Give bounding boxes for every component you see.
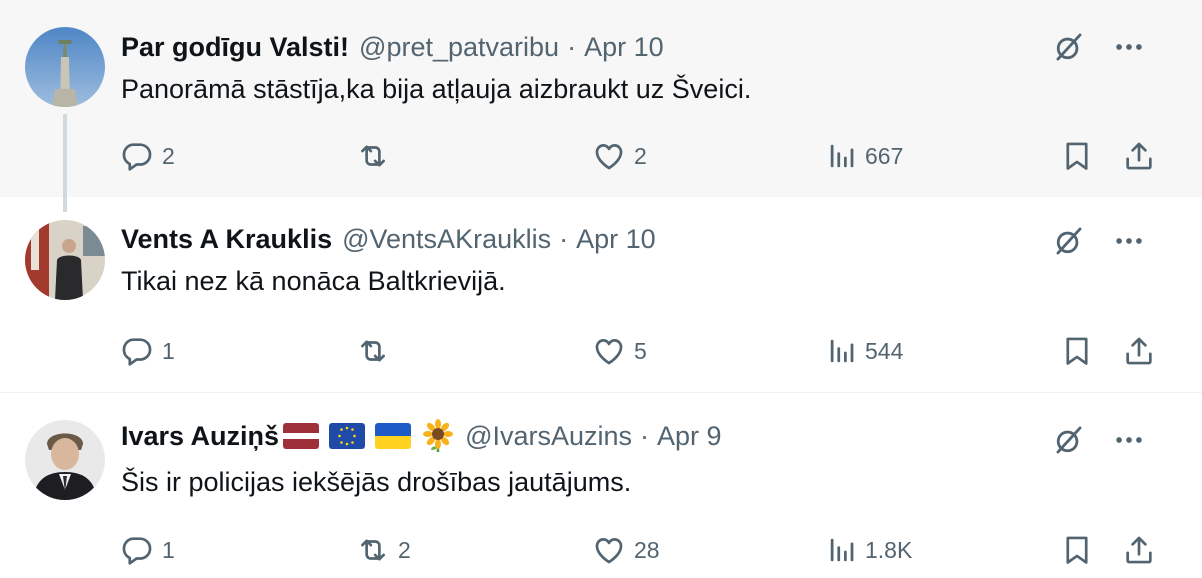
username-handle[interactable]: @VentsAKrauklis [342,224,551,255]
bookmark-button[interactable] [1060,331,1094,371]
latvia-flag-icon [283,423,320,449]
bookmark-icon [1060,533,1094,567]
heart-icon [592,533,626,567]
share-icon [1122,334,1156,368]
view-count: 544 [865,337,904,364]
like-count: 28 [634,536,660,563]
tweet[interactable]: Ivars Auziņš @IvarsAuzins · Apr 9 Šis ir… [0,394,1202,578]
heart-icon [592,334,626,368]
grok-icon[interactable] [1049,420,1089,460]
reply-button[interactable]: 2 [120,136,175,176]
username-handle[interactable]: @IvarsAuzins [465,421,632,452]
display-name[interactable]: Vents A Krauklis [121,224,332,255]
like-count: 2 [634,142,647,169]
view-count: 667 [865,142,904,169]
retweet-count: 2 [398,536,411,563]
views-button[interactable]: 544 [827,331,903,371]
action-bar: 2 2 667 [120,136,1160,176]
bookmark-icon [1060,139,1094,173]
name-emojis [283,419,455,453]
grok-icon[interactable] [1049,221,1089,261]
tweet-text: Panorāmā stāstīja,ka bija atļauja aizbra… [121,74,752,104]
share-icon [1122,139,1156,173]
share-button[interactable] [1122,530,1156,570]
reply-button[interactable]: 1 [120,331,175,371]
retweet-icon [356,334,390,368]
tweet-text: Tikai nez kā nonāca Baltkrievijā. [121,266,506,296]
views-button[interactable]: 667 [827,136,903,176]
views-button[interactable]: 1.8K [827,530,912,570]
like-button[interactable]: 2 [592,136,647,176]
reply-button[interactable]: 1 [120,530,175,570]
post-date[interactable]: Apr 10 [584,32,664,63]
share-button[interactable] [1122,136,1156,176]
like-count: 5 [634,337,647,364]
views-icon [827,535,857,565]
views-icon [827,336,857,366]
sunflower-icon [423,419,454,452]
thread-connector [63,114,67,212]
action-bar: 1 2 28 1.8K [120,530,1160,570]
avatar[interactable] [25,27,105,107]
share-button[interactable] [1122,331,1156,371]
display-name[interactable]: Ivars Auziņš [121,421,279,452]
view-count: 1.8K [865,536,913,563]
bookmark-icon [1060,334,1094,368]
more-options-icon[interactable] [1109,420,1149,460]
views-icon [827,141,857,171]
separator-dot: · [567,31,577,62]
post-date[interactable]: Apr 9 [657,421,722,452]
bookmark-button[interactable] [1060,530,1094,570]
more-options-icon[interactable] [1109,221,1149,261]
more-options-icon[interactable] [1109,27,1149,67]
avatar[interactable] [25,420,105,500]
eu-flag-icon [329,423,366,449]
retweet-icon [356,533,390,567]
like-button[interactable]: 5 [592,331,647,371]
reply-count: 1 [162,337,175,364]
retweet-button[interactable] [356,331,398,371]
separator-dot: · [640,420,650,451]
share-icon [1122,533,1156,567]
tweet-text: Šis ir policijas iekšējās drošības jautā… [121,467,632,497]
retweet-button[interactable]: 2 [356,530,411,570]
post-date[interactable]: Apr 10 [576,224,656,255]
retweet-button[interactable] [356,136,398,176]
avatar[interactable] [25,220,105,300]
tweet[interactable]: Vents A Krauklis @VentsAKrauklis · Apr 1… [0,197,1202,393]
ukraine-flag-icon [375,423,412,449]
reply-count: 1 [162,536,175,563]
reply-icon [120,139,154,173]
heart-icon [592,139,626,173]
like-button[interactable]: 28 [592,530,660,570]
reply-count: 2 [162,142,175,169]
retweet-icon [356,139,390,173]
username-handle[interactable]: @pret_patvaribu [359,32,559,63]
display-name[interactable]: Par godīgu Valsti! [121,32,349,63]
reply-icon [120,533,154,567]
action-bar: 1 5 544 [120,331,1160,371]
bookmark-button[interactable] [1060,136,1094,176]
separator-dot: · [559,223,569,254]
tweet[interactable]: Par godīgu Valsti! @pret_patvaribu · Apr… [0,0,1202,197]
grok-icon[interactable] [1049,27,1089,67]
reply-icon [120,334,154,368]
